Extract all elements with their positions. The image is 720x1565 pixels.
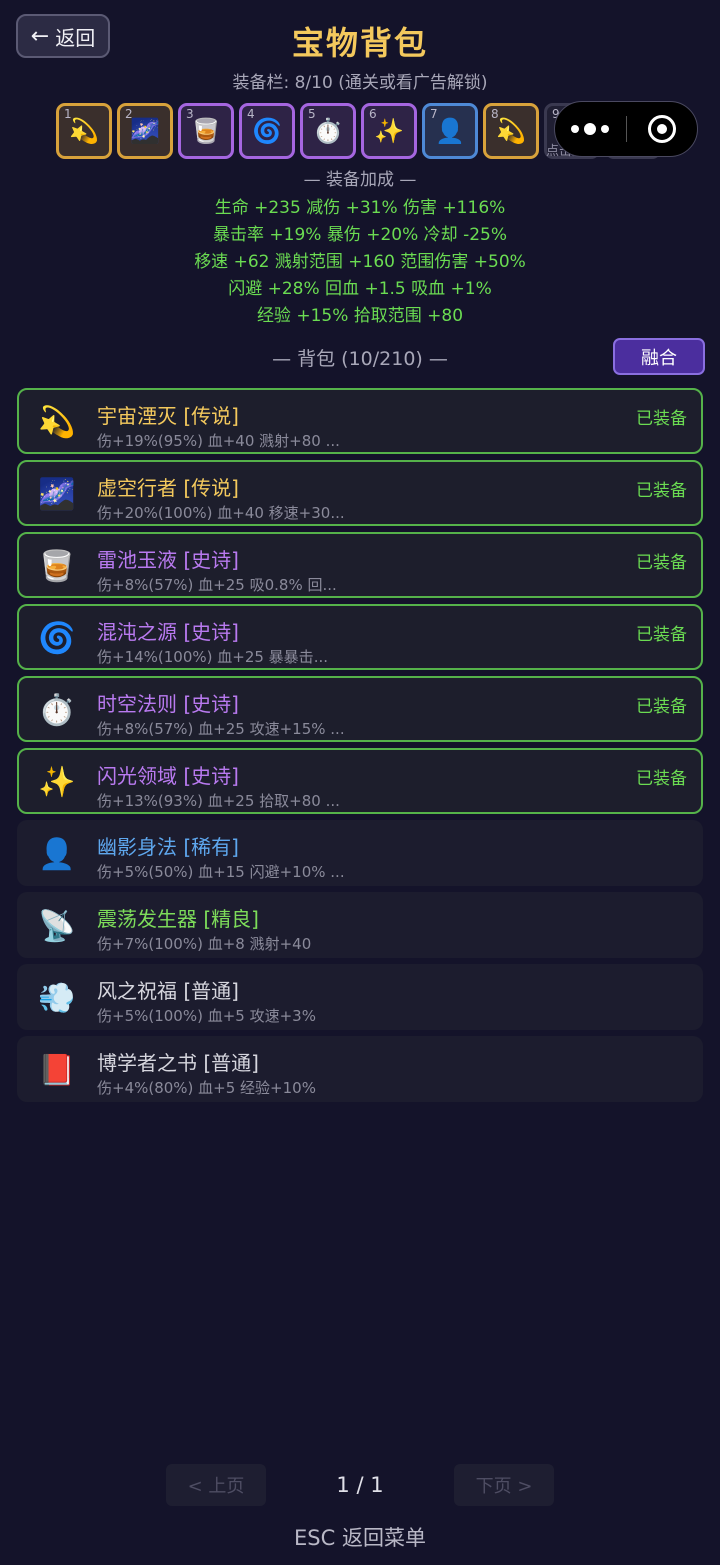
equip-slot-4[interactable]: 4 🌀: [239, 103, 295, 159]
bonus-line: 暴击率 +19% 暴伤 +20% 冷却 -25%: [213, 225, 507, 245]
item-stats: 伤+8%(57%) 血+25 吸0.8% 回...: [97, 576, 337, 594]
item-name: 幽影身法 [稀有]: [97, 835, 239, 859]
item-stats: 伤+14%(100%) 血+25 暴暴击...: [97, 648, 328, 666]
bag-item[interactable]: 📡 震荡发生器 [精良] 伤+7%(100%) 血+8 溅射+40: [17, 892, 703, 958]
item-name: 震荡发生器 [精良]: [97, 907, 259, 931]
treasure-icon: 💫: [69, 117, 99, 145]
treasure-icon: ⏱️: [38, 692, 76, 728]
equip-slot-6[interactable]: 6 ✨: [361, 103, 417, 159]
treasure-icon: ✨: [374, 117, 404, 145]
item-stats: 伤+8%(57%) 血+25 攻速+15% ...: [97, 720, 345, 738]
treasure-icon: ✨: [38, 764, 76, 800]
equip-slot-5[interactable]: 5 ⏱️: [300, 103, 356, 159]
bag-item[interactable]: 💫 宇宙湮灭 [传说] 伤+19%(95%) 血+40 溅射+80 ... 已装备: [17, 388, 703, 454]
treasure-icon: 💨: [38, 980, 76, 1016]
page-indicator: 1 / 1: [336, 1473, 384, 1497]
slot-number: 2: [125, 107, 133, 121]
slot-number: 6: [369, 107, 377, 121]
item-stats: 伤+5%(50%) 血+15 闪避+10% ...: [97, 863, 345, 881]
esc-back-to-menu[interactable]: ESC 返回菜单: [0, 1522, 720, 1552]
equipped-tag: 已装备: [636, 697, 687, 717]
equipped-tag: 已装备: [636, 481, 687, 501]
bonus-line: 移速 +62 溅射范围 +160 范围伤害 +50%: [194, 252, 526, 272]
bonus-line: 经验 +15% 拾取范围 +80: [256, 306, 464, 326]
treasure-icon: 🌀: [38, 620, 76, 656]
equip-slot-1[interactable]: 1 💫: [56, 103, 112, 159]
bonus-title: — 装备加成 —: [303, 170, 417, 190]
slot-number: 4: [247, 107, 255, 121]
treasure-icon: 🌌: [38, 476, 76, 512]
item-name: 混沌之源 [史诗]: [97, 620, 239, 644]
treasure-icon: 💫: [496, 117, 526, 145]
bag-item[interactable]: 🌌 虚空行者 [传说] 伤+20%(100%) 血+40 移速+30... 已装备: [17, 460, 703, 526]
capsule-menu: [554, 101, 698, 157]
equipped-tag: 已装备: [636, 769, 687, 789]
item-name: 风之祝福 [普通]: [97, 979, 239, 1003]
bag-title: — 背包 (10/210) —: [272, 348, 448, 370]
treasure-icon: 🥃: [191, 117, 221, 145]
item-stats: 伤+19%(95%) 血+40 溅射+80 ...: [97, 432, 340, 450]
item-stats: 伤+13%(93%) 血+25 拾取+80 ...: [97, 792, 340, 810]
item-stats: 伤+20%(100%) 血+40 移速+30...: [97, 504, 345, 522]
bag-item[interactable]: 📕 博学者之书 [普通] 伤+4%(80%) 血+5 经验+10%: [17, 1036, 703, 1102]
treasure-icon: ⏱️: [313, 117, 343, 145]
item-name: 闪光领域 [史诗]: [97, 764, 239, 788]
equip-slot-7[interactable]: 7 👤: [422, 103, 478, 159]
item-stats: 伤+5%(100%) 血+5 攻速+3%: [97, 1007, 316, 1025]
treasure-icon: 👤: [38, 836, 76, 872]
equip-slot-2[interactable]: 2 🌌: [117, 103, 173, 159]
equipped-tag: 已装备: [636, 553, 687, 573]
treasure-icon: 👤: [435, 117, 465, 145]
page-title: 宝物背包: [291, 24, 428, 62]
equip-slot-8[interactable]: 8 💫: [483, 103, 539, 159]
bag-item[interactable]: 👤 幽影身法 [稀有] 伤+5%(50%) 血+15 闪避+10% ...: [17, 820, 703, 886]
equipped-tag: 已装备: [636, 625, 687, 645]
bag-item[interactable]: 💨 风之祝福 [普通] 伤+5%(100%) 血+5 攻速+3%: [17, 964, 703, 1030]
bonus-line: 闪避 +28% 回血 +1.5 吸血 +1%: [228, 279, 492, 299]
treasure-icon: 📕: [38, 1052, 76, 1088]
item-name: 博学者之书 [普通]: [97, 1051, 259, 1075]
close-miniprogram-icon[interactable]: [627, 102, 698, 156]
bag-item[interactable]: 🥃 雷池玉液 [史诗] 伤+8%(57%) 血+25 吸0.8% 回... 已装备: [17, 532, 703, 598]
fuse-button[interactable]: 融合: [613, 338, 705, 375]
prev-page-button[interactable]: < 上页: [166, 1464, 266, 1506]
next-page-button[interactable]: 下页 >: [454, 1464, 554, 1506]
equip-slot-3[interactable]: 3 🥃: [178, 103, 234, 159]
item-name: 雷池玉液 [史诗]: [97, 548, 239, 572]
item-name: 宇宙湮灭 [传说]: [97, 404, 239, 428]
treasure-icon: 🌌: [130, 117, 160, 145]
slot-number: 7: [430, 107, 438, 121]
item-name: 虚空行者 [传说]: [97, 476, 239, 500]
slot-number: 3: [186, 107, 194, 121]
item-stats: 伤+7%(100%) 血+8 溅射+40: [97, 935, 312, 953]
item-stats: 伤+4%(80%) 血+5 经验+10%: [97, 1079, 316, 1097]
slot-info: 装备栏: 8/10 (通关或看广告解锁): [232, 73, 488, 93]
equipped-tag: 已装备: [636, 409, 687, 429]
slot-number: 8: [491, 107, 499, 121]
bag-item[interactable]: ✨ 闪光领域 [史诗] 伤+13%(93%) 血+25 拾取+80 ... 已装备: [17, 748, 703, 814]
treasure-icon: 📡: [38, 908, 76, 944]
bag-item[interactable]: 🌀 混沌之源 [史诗] 伤+14%(100%) 血+25 暴暴击... 已装备: [17, 604, 703, 670]
treasure-icon: 💫: [38, 404, 76, 440]
treasure-icon: 🥃: [38, 548, 76, 584]
more-options-icon[interactable]: [555, 102, 626, 156]
treasure-icon: 🌀: [252, 117, 282, 145]
slot-number: 1: [64, 107, 72, 121]
slot-number: 5: [308, 107, 316, 121]
bag-item[interactable]: ⏱️ 时空法则 [史诗] 伤+8%(57%) 血+25 攻速+15% ... 已装备: [17, 676, 703, 742]
bonus-line: 生命 +235 减伤 +31% 伤害 +116%: [214, 198, 506, 218]
item-name: 时空法则 [史诗]: [97, 692, 239, 716]
